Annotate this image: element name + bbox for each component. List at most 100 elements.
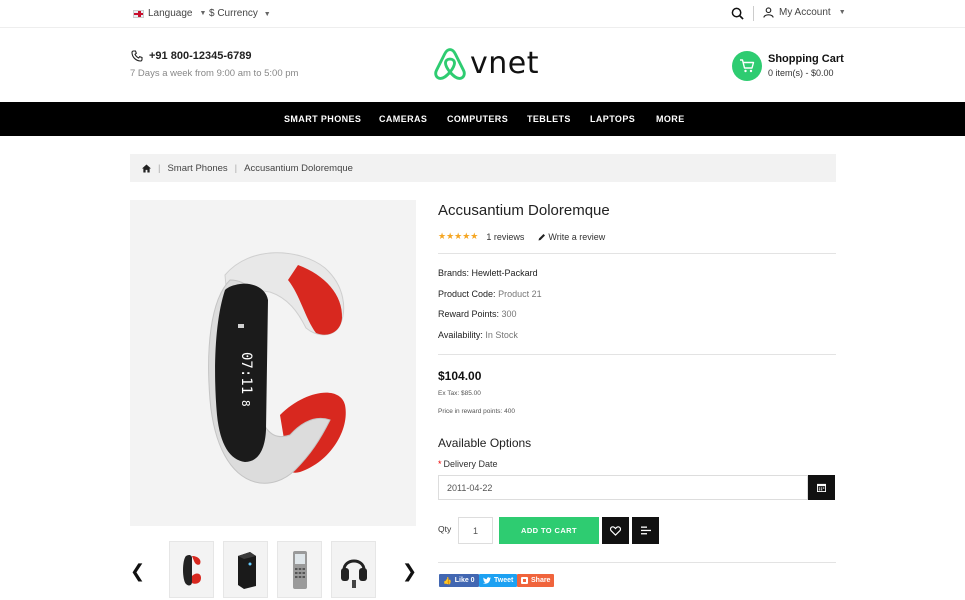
nav-item-computers[interactable]: COMPUTERS <box>447 114 508 124</box>
smartband-thumb-icon <box>182 554 201 585</box>
compare-icon <box>640 526 651 535</box>
phone-contact: +91 800-12345-6789 <box>131 50 251 62</box>
cart-summary[interactable]: 0 item(s) - $0.00 <box>768 68 834 78</box>
thumbnail-carousel: ❮ ❯ <box>130 541 417 598</box>
thumbnail-smartband[interactable] <box>169 541 214 598</box>
search-icon[interactable] <box>731 7 744 20</box>
twitter-icon <box>483 577 491 584</box>
spec-label: Product Code: <box>438 289 496 299</box>
reward-price: Price in reward points: 400 <box>438 408 515 415</box>
spec-value: Product 21 <box>498 289 542 299</box>
reviews-link[interactable]: 1 reviews <box>486 232 524 242</box>
write-review-link[interactable]: Write a review <box>538 232 605 242</box>
prev-arrow-icon[interactable]: ❮ <box>130 561 145 582</box>
desktop-tower-thumb-icon <box>237 551 256 589</box>
phone-icon <box>131 50 143 62</box>
language-selector[interactable]: Language ▼ <box>133 8 206 19</box>
qty-label: Qty <box>438 524 452 534</box>
spec-value: 300 <box>501 309 517 319</box>
divider <box>438 562 836 563</box>
breadcrumb-separator: | <box>234 162 238 174</box>
spec-product-code: Product Code: Product 21 <box>438 289 542 299</box>
delivery-label-text: Delivery Date <box>443 459 498 469</box>
account-menu[interactable]: My Account ▼ <box>763 7 846 18</box>
spec-value: In Stock <box>485 330 518 340</box>
share-label: Share <box>531 577 551 584</box>
headphones-thumb-icon <box>340 559 367 588</box>
product-main-image[interactable]: 07:11 8 <box>130 200 416 526</box>
spec-label: Reward Points: <box>438 309 500 319</box>
product-rating: ★★★★★ 1 reviews Write a review <box>438 231 605 242</box>
facebook-like-button[interactable]: 👍 Like 0 <box>439 574 479 587</box>
compare-button[interactable] <box>632 517 659 544</box>
language-label: Language <box>148 8 193 19</box>
user-icon <box>763 7 774 18</box>
site-logo[interactable]: vnet <box>432 46 539 82</box>
breadcrumb-item-current[interactable]: Accusantium Doloremque <box>244 163 353 174</box>
heart-icon <box>610 525 621 536</box>
wishlist-button[interactable] <box>602 517 629 544</box>
chevron-down-icon: ▼ <box>838 9 846 16</box>
svg-text:07:11: 07:11 <box>238 352 254 394</box>
divider <box>438 253 836 254</box>
cart-button[interactable] <box>732 51 762 81</box>
breadcrumb-item[interactable]: Smart Phones <box>167 163 227 174</box>
nav-item-smart-phones[interactable]: SMART PHONES <box>284 114 361 124</box>
main-nav: SMART PHONES CAMERAS COMPUTERS TEBLETS L… <box>0 102 965 136</box>
quantity-input[interactable]: 1 <box>458 517 493 544</box>
delivery-date-input[interactable]: 2011-04-22 <box>438 475 808 500</box>
ex-tax: Ex Tax: $85.00 <box>438 390 481 397</box>
thumbnail-phone[interactable] <box>277 541 322 598</box>
shopping-cart-icon <box>740 59 755 73</box>
share-button[interactable]: Share <box>517 574 555 587</box>
tweet-label: Tweet <box>494 577 514 584</box>
business-hours: 7 Days a week from 9:00 am to 5:00 pm <box>130 68 299 79</box>
calendar-button[interactable] <box>808 475 835 500</box>
phone-thumb-icon <box>292 550 307 589</box>
home-icon[interactable] <box>142 163 151 173</box>
breadcrumb-separator: | <box>158 162 161 174</box>
airbnb-logo-icon <box>434 48 466 80</box>
nav-item-teblets[interactable]: TEBLETS <box>527 114 571 124</box>
calendar-icon <box>817 483 826 492</box>
required-marker: * <box>438 459 442 469</box>
svg-text:8: 8 <box>239 400 252 407</box>
write-review-label: Write a review <box>548 231 606 242</box>
like-label: Like 0 <box>454 577 475 584</box>
nav-item-more[interactable]: MORE <box>656 114 685 124</box>
delivery-date-label: * Delivery Date <box>438 459 498 469</box>
currency-selector[interactable]: $ Currency ▼ <box>209 8 271 19</box>
product-title: Accusantium Doloremque <box>438 202 610 219</box>
tweet-button[interactable]: Tweet <box>479 574 518 587</box>
spec-reward-points: Reward Points: 300 <box>438 309 517 319</box>
breadcrumb: | Smart Phones | Accusantium Doloremque <box>130 154 836 182</box>
brand-link[interactable]: Hewlett-Packard <box>472 268 538 278</box>
thumbs-up-icon: 👍 <box>443 577 452 585</box>
star-rating-icon: ★★★★★ <box>438 231 479 241</box>
add-to-cart-button[interactable]: ADD TO CART <box>499 517 599 544</box>
thumbnail-headphones[interactable] <box>331 541 376 598</box>
spec-label: Brands: <box>438 268 470 278</box>
account-label: My Account <box>779 7 831 18</box>
thumbnail-desktop-tower[interactable] <box>223 541 268 598</box>
next-arrow-icon[interactable]: ❯ <box>402 561 417 582</box>
nav-item-cameras[interactable]: CAMERAS <box>379 114 427 124</box>
top-bar: Language ▼ $ Currency ▼ My Account ▼ <box>0 0 965 28</box>
pencil-icon <box>538 233 546 240</box>
spec-brand: Brands: Hewlett-Packard <box>438 268 538 278</box>
site-header: +91 800-12345-6789 7 Days a week from 9:… <box>0 28 965 102</box>
spec-label: Availability: <box>438 330 483 340</box>
nav-item-laptops[interactable]: LAPTOPS <box>590 114 635 124</box>
cart-title[interactable]: Shopping Cart <box>768 53 844 65</box>
phone-number: +91 800-12345-6789 <box>149 50 252 62</box>
logo-text: vnet <box>470 46 539 81</box>
options-heading: Available Options <box>438 436 532 450</box>
currency-label: $ Currency <box>209 8 258 19</box>
divider <box>438 354 836 355</box>
product-price: $104.00 <box>438 369 482 383</box>
smartband-image: 07:11 8 <box>208 252 346 484</box>
topbar-divider <box>753 6 754 21</box>
chevron-down-icon: ▼ <box>199 10 207 17</box>
share-icon <box>521 577 528 584</box>
spec-availability: Availability: In Stock <box>438 330 518 340</box>
